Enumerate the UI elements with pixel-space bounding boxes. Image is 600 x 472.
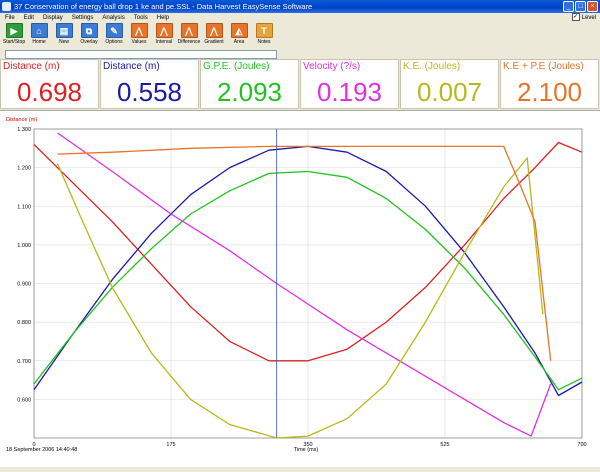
- menu-help[interactable]: Help: [157, 15, 169, 21]
- play-icon: ▶: [5, 23, 23, 38]
- y-tick-label: 1.000: [17, 243, 31, 249]
- window-controls: _ □ ×: [563, 1, 598, 12]
- value-readouts: Distance (m) 0.698 Distance (m) 0.558 G.P.E.…: [0, 59, 600, 109]
- status-strip: [5, 50, 277, 59]
- toolbar-label: Gradient: [204, 39, 224, 45]
- readout-panel: K.E. (Joules) 0.007: [400, 59, 499, 109]
- graph-panel[interactable]: 0.600 0.700 0.800 0.900 1.000 1.100 1.200 1.300…: [0, 110, 600, 467]
- close-icon[interactable]: ×: [587, 1, 598, 12]
- menu-edit[interactable]: Edit: [24, 15, 34, 21]
- readout-panel: Velocity (?/s) 0.193: [300, 59, 399, 109]
- level-toggle[interactable]: ✓ Level: [571, 13, 596, 23]
- menu-tools[interactable]: Tools: [134, 15, 148, 21]
- minimize-icon[interactable]: _: [563, 1, 574, 12]
- options-icon: ✎: [105, 23, 123, 38]
- readout-panel: Distance (m) 0.558: [100, 59, 199, 109]
- toolbar-label: Options: [105, 39, 123, 45]
- level-checkbox[interactable]: ✓: [571, 13, 580, 22]
- x-tick-label: 525: [440, 442, 449, 448]
- readout-panel: Distance (m) 0.698: [0, 59, 99, 109]
- readout-value: 0.558: [116, 77, 183, 107]
- readout-value: 2.100: [516, 77, 583, 107]
- y-tick-label: 0.600: [17, 397, 31, 403]
- x-tick-label: 700: [577, 442, 586, 448]
- readout-label: K.E. (Joules): [403, 61, 461, 72]
- interval-icon: ⋀: [155, 23, 173, 38]
- readout-value: 0.007: [416, 77, 483, 107]
- level-label: Level: [581, 15, 596, 21]
- y-tick-label: 0.900: [17, 282, 31, 288]
- toolbar-label: Values: [131, 39, 147, 45]
- y-tick-label: 0.800: [17, 320, 31, 326]
- gradient-icon: ⋀: [205, 23, 223, 38]
- menu-file[interactable]: File: [5, 15, 15, 21]
- notes-icon: T: [255, 23, 273, 38]
- readout-value: 2.093: [216, 77, 283, 107]
- menu-bar: File Edit Display Settings Analysis Tools Help: [0, 13, 600, 23]
- notes-button[interactable]: T Notes: [252, 23, 276, 48]
- menu-analysis[interactable]: Analysis: [102, 15, 124, 21]
- gradient-button[interactable]: ⋀ Gradient: [202, 23, 226, 48]
- values-icon: ⋀: [130, 23, 148, 38]
- readout-label: Distance (m): [103, 61, 160, 72]
- toolbar-label: Start/Stop: [2, 39, 26, 45]
- toolbar-label: Home: [32, 39, 46, 45]
- readout-panel: G.P.E. (Joules) 2.093: [200, 59, 299, 109]
- window-title: 37 Conservation of energy ball drop 1 ke…: [14, 2, 313, 11]
- app-icon: [2, 2, 11, 11]
- readout-label: Distance (m): [3, 61, 60, 72]
- toolbar-label: New: [58, 39, 69, 45]
- toolbar-label: Interval: [155, 39, 173, 45]
- y-tick-label: 1.100: [17, 204, 31, 210]
- overlay-icon: ⧉: [80, 23, 98, 38]
- area-button[interactable]: ◭ Area: [227, 23, 251, 48]
- readout-label: K.E + P.E (Joules): [503, 61, 584, 72]
- line-chart[interactable]: 0.600 0.700 0.800 0.900 1.000 1.100 1.200 1.300…: [0, 111, 600, 467]
- readout-panel: K.E + P.E (Joules) 2.100: [500, 59, 599, 109]
- toolbar-label: Overlay: [80, 39, 98, 45]
- readout-label: Velocity (?/s): [303, 61, 361, 72]
- y-tick-label: 0.700: [17, 359, 31, 365]
- values-button[interactable]: ⋀ Values: [127, 23, 151, 48]
- readout-label: G.P.E. (Joules): [203, 61, 270, 72]
- menu-settings[interactable]: Settings: [72, 15, 94, 21]
- interval-button[interactable]: ⋀ Interval: [152, 23, 176, 48]
- axes: 0.600 0.700 0.800 0.900 1.000 1.100 1.200 1.300…: [17, 127, 586, 448]
- y-axis-label: Distance (m): [6, 117, 37, 123]
- readout-value: 0.698: [16, 77, 83, 107]
- readout-value: 0.193: [316, 77, 383, 107]
- toolbar-label: Notes: [257, 39, 271, 45]
- series-line-6: [57, 145, 552, 361]
- new-button[interactable]: ▤ New: [52, 23, 76, 48]
- new-icon: ▤: [55, 23, 73, 38]
- title-bar: 37 Conservation of energy ball drop 1 ke…: [0, 0, 600, 13]
- area-icon: ◭: [230, 23, 248, 38]
- difference-icon: ⋀: [180, 23, 198, 38]
- menu-display[interactable]: Display: [43, 15, 63, 21]
- toolbar-label: Area: [233, 39, 245, 45]
- y-tick-label: 1.200: [17, 166, 31, 172]
- toolbar-label: Difference: [177, 39, 201, 45]
- x-axis-label: Time (ms): [294, 447, 319, 453]
- home-button[interactable]: ⌂ Home: [27, 23, 51, 48]
- maximize-icon[interactable]: □: [575, 1, 586, 12]
- home-icon: ⌂: [30, 23, 48, 38]
- difference-button[interactable]: ⋀ Difference: [177, 23, 201, 48]
- overlay-button[interactable]: ⧉ Overlay: [77, 23, 101, 48]
- options-button[interactable]: ✎ Options: [102, 23, 126, 48]
- series-line-4: [57, 132, 552, 437]
- start-stop-button[interactable]: ▶ Start/Stop: [2, 23, 26, 48]
- y-tick-label: 1.300: [17, 127, 31, 133]
- toolbar: ▶ Start/Stop ⌂ Home ▤ New ⧉ Overlay ✎ Options ⋀ Val…: [2, 23, 276, 48]
- x-tick-label: 175: [166, 442, 175, 448]
- series-line-5: [56, 157, 544, 439]
- date-label: 18 September 2006 14:40:48: [6, 447, 77, 453]
